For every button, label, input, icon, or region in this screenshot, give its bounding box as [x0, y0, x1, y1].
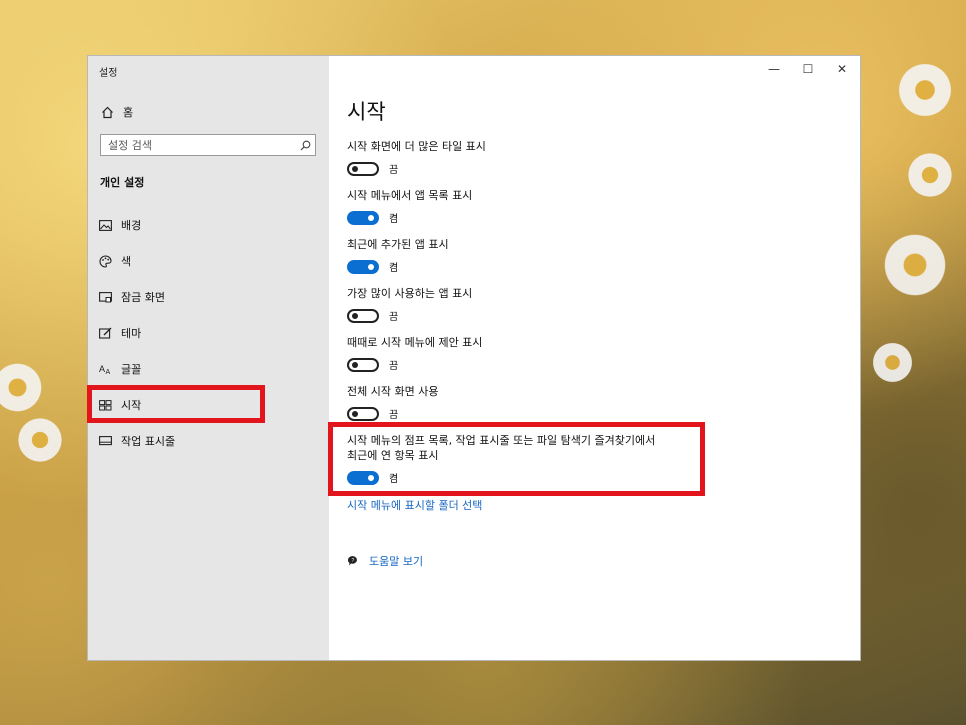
home-icon [100, 105, 114, 119]
daisy-flower [880, 230, 950, 300]
sidebar-item-label: 색 [121, 255, 132, 268]
close-button[interactable]: ✕ [825, 58, 859, 80]
main-panel: — ☐ ✕ 시작 시작 화면에 더 많은 타일 표시 끔 시작 메뉴에서 앱 목… [329, 56, 860, 660]
theme-icon [98, 326, 112, 340]
toggle-state: 끔 [389, 410, 399, 421]
setting-recent-apps: 최근에 추가된 앱 표시 켬 [347, 237, 449, 274]
taskbar-icon [98, 434, 112, 448]
daisy-flower [905, 150, 955, 200]
sidebar-item-label: 배경 [121, 219, 142, 232]
section-title: 개인 설정 [100, 176, 145, 189]
sidebar-item-label: 작업 표시줄 [121, 435, 176, 448]
search-box [100, 134, 316, 156]
sidebar-item-lock-screen[interactable]: 잠금 화면 [98, 287, 165, 307]
setting-label: 시작 메뉴에서 앱 목록 표시 [347, 189, 473, 202]
lock-screen-icon [98, 290, 112, 304]
sidebar-item-label: 글꼴 [121, 363, 142, 376]
search-icon[interactable] [295, 140, 315, 151]
setting-label: 때때로 시작 메뉴에 제안 표시 [347, 336, 483, 349]
help-icon: ? [347, 555, 360, 567]
sidebar-item-fonts[interactable]: AA 글꼴 [98, 359, 142, 379]
daisy-flower [870, 340, 915, 385]
toggle-switch[interactable] [347, 406, 379, 421]
toggle-state: 켬 [389, 214, 399, 225]
setting-label: 시작 화면에 더 많은 타일 표시 [347, 140, 486, 153]
page-title: 시작 [347, 100, 386, 124]
help-link-label: 도움말 보기 [369, 555, 424, 568]
toggle-switch[interactable] [347, 259, 379, 274]
toggle-state: 끔 [389, 312, 399, 323]
toggle-switch[interactable] [347, 161, 379, 176]
svg-text:?: ? [352, 558, 355, 564]
toggle-switch[interactable] [347, 357, 379, 372]
setting-label: 최근에 추가된 앱 표시 [347, 238, 449, 251]
sidebar-item-color[interactable]: 색 [98, 251, 131, 271]
maximize-button[interactable]: ☐ [791, 58, 825, 80]
toggle-switch[interactable] [347, 308, 379, 323]
image-icon [98, 218, 112, 232]
sidebar-item-label: 잠금 화면 [121, 291, 165, 304]
setting-app-list: 시작 메뉴에서 앱 목록 표시 켬 [347, 188, 472, 225]
highlight-box-start [87, 385, 265, 423]
window-title: 설정 [99, 68, 118, 79]
toggle-state: 켬 [389, 263, 399, 274]
sidebar-item-label: 테마 [121, 327, 142, 340]
svg-text:A: A [99, 364, 105, 374]
toggle-state: 끔 [389, 165, 399, 176]
sidebar: 설정 홈 개인 설정 배경 색 [88, 56, 329, 660]
setting-most-used: 가장 많이 사용하는 앱 표시 끔 [347, 286, 472, 323]
setting-full-screen: 전체 시작 화면 사용 끔 [347, 384, 438, 421]
setting-label: 전체 시작 화면 사용 [347, 385, 439, 398]
daisy-flower [0, 360, 45, 415]
minimize-button[interactable]: — [757, 58, 791, 80]
choose-folders-link[interactable]: 시작 메뉴에 표시할 폴더 선택 [347, 497, 482, 513]
toggle-state: 끔 [389, 361, 399, 372]
sidebar-item-theme[interactable]: 테마 [98, 323, 141, 343]
setting-label: 가장 많이 사용하는 앱 표시 [347, 287, 473, 300]
help-link[interactable]: ? 도움말 보기 [347, 553, 423, 569]
font-icon: AA [98, 362, 112, 376]
svg-text:A: A [105, 369, 110, 375]
highlight-box-recent-items [328, 422, 705, 496]
sidebar-item-background[interactable]: 배경 [98, 215, 141, 235]
search-input[interactable] [101, 137, 295, 153]
sidebar-item-taskbar[interactable]: 작업 표시줄 [98, 431, 175, 451]
setting-suggestions: 때때로 시작 메뉴에 제안 표시 끔 [347, 335, 482, 372]
nav-home-label: 홈 [123, 106, 134, 119]
nav-home[interactable]: 홈 [100, 102, 133, 122]
palette-icon [98, 254, 112, 268]
toggle-switch[interactable] [347, 210, 379, 225]
settings-window: 설정 홈 개인 설정 배경 색 [88, 56, 860, 660]
setting-more-tiles: 시작 화면에 더 많은 타일 표시 끔 [347, 139, 486, 176]
daisy-flower [15, 415, 65, 465]
daisy-flower [895, 60, 955, 120]
